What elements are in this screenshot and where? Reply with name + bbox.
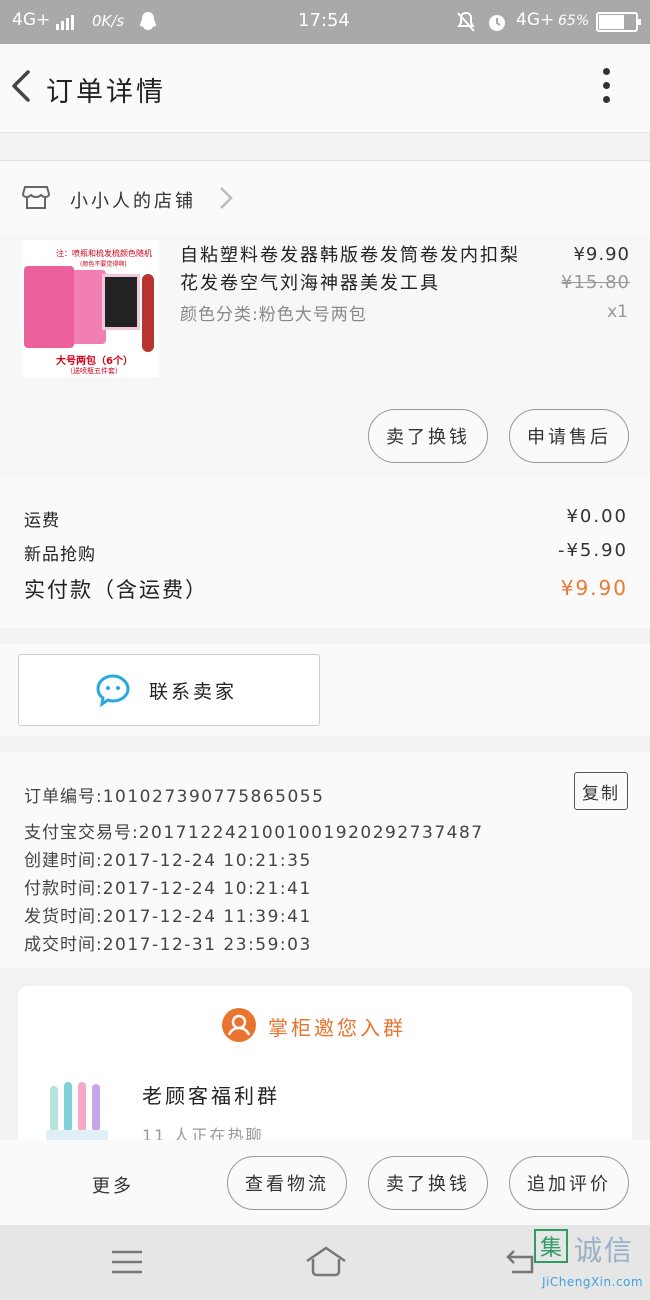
promo-label: 新品抢购	[24, 545, 96, 565]
product-item[interactable]: 注：喷瓶和梳发梳颜色随机 (颜色不要觉得啊) 大号两包（6个） （送喷瓶五件套）…	[0, 234, 650, 478]
shipped-time-row: 发货时间:2017-12-24 11:39:41	[24, 902, 312, 927]
home-icon[interactable]	[304, 1245, 348, 1279]
product-spec: 颜色分类:粉色大号两包	[180, 305, 367, 325]
order-info: 订单编号:101027390775865055 复制 支付宝交易号:201712…	[0, 752, 650, 968]
sell-exchange-button[interactable]: 卖了换钱	[368, 409, 488, 463]
completed-time: 2017-12-31 23:59:03	[102, 935, 312, 955]
info-label: 支付宝交易号:	[24, 823, 139, 843]
page-title: 订单详情	[46, 77, 166, 108]
more-options-icon[interactable]	[594, 68, 618, 108]
brush-image	[142, 274, 154, 352]
chevron-right-icon	[220, 187, 233, 209]
shipping-label: 运费	[24, 511, 60, 531]
copy-button[interactable]: 复制	[574, 772, 628, 810]
battery-icon	[596, 12, 641, 32]
watermark-logo: 集 诚信 JiChengXin.com	[534, 1229, 646, 1297]
alipay-number: 2017122421001001920292737487	[138, 823, 484, 843]
app-header: 订单详情	[0, 44, 650, 132]
shipped-time: 2017-12-24 11:39:41	[102, 907, 312, 927]
total-label: 实付款（含运费）	[24, 578, 208, 602]
menu-icon[interactable]	[110, 1249, 144, 1275]
shop-row[interactable]: 小小人的店铺	[0, 160, 650, 234]
contact-seller-label: 联系卖家	[149, 681, 238, 703]
created-time-row: 创建时间:2017-12-24 10:21:35	[24, 846, 312, 871]
chat-bubble-icon	[96, 674, 130, 707]
after-sale-button[interactable]: 申请售后	[509, 409, 629, 463]
paid-time-row: 付款时间:2017-12-24 10:21:41	[24, 874, 312, 899]
curler-pack-image	[62, 270, 106, 344]
info-label: 付款时间:	[24, 879, 103, 899]
product-quantity: x1	[607, 302, 628, 322]
promo-value: -¥5.90	[557, 540, 628, 561]
system-nav-bar: 集 诚信 JiChengXin.com	[0, 1225, 650, 1300]
contact-section: 联系卖家	[0, 644, 650, 736]
info-label: 成交时间:	[24, 935, 103, 955]
mute-bell-icon	[457, 11, 475, 32]
section-gap	[0, 132, 650, 160]
paid-time: 2017-12-24 10:21:41	[102, 879, 312, 899]
product-title[interactable]: 自粘塑料卷发器韩版卷发筒卷发内扣梨花发卷空气刘海神器美发工具	[180, 242, 520, 298]
sell-exchange-button[interactable]: 卖了换钱	[368, 1156, 488, 1210]
store-icon	[22, 186, 50, 209]
thumb-label-2: （送喷瓶五件套）	[66, 367, 122, 375]
action-bar: 更多 查看物流 卖了换钱 追加评价	[0, 1140, 650, 1225]
created-time: 2017-12-24 10:21:35	[102, 851, 312, 871]
watermark-box: 集	[534, 1229, 568, 1263]
completed-time-row: 成交时间:2017-12-31 23:59:03	[24, 930, 312, 955]
alarm-icon	[489, 15, 505, 31]
shop-name: 小小人的店铺	[70, 191, 196, 212]
thumb-note-2: (颜色不要觉得啊)	[80, 261, 127, 268]
shopkeeper-avatar-icon	[222, 1008, 256, 1042]
qq-icon	[140, 12, 156, 30]
net-speed: 0K/s	[92, 12, 125, 30]
product-thumbnail[interactable]: 注：喷瓶和梳发梳颜色随机 (颜色不要觉得啊) 大号两包（6个） （送喷瓶五件套）	[22, 240, 159, 377]
total-value: ¥9.90	[560, 576, 628, 600]
group-name: 老顾客福利群	[142, 1084, 280, 1108]
watermark-url: JiChengXin.com	[542, 1275, 644, 1289]
group-invite-title: 掌柜邀您入群	[268, 1016, 406, 1040]
info-label: 发货时间:	[24, 907, 103, 927]
group-thumbnail	[46, 1078, 122, 1140]
order-number-row: 订单编号:101027390775865055	[24, 782, 324, 807]
info-label: 订单编号:	[24, 787, 103, 807]
thumb-note: 注：喷瓶和梳发梳颜色随机	[56, 249, 152, 258]
contact-seller-button[interactable]: 联系卖家	[18, 654, 320, 726]
accessory-card-image	[102, 274, 140, 330]
clock: 17:54	[298, 10, 350, 31]
network-indicator: 4G+	[12, 10, 50, 30]
order-number: 101027390775865055	[102, 787, 325, 807]
signal-icon	[56, 14, 74, 30]
info-label: 创建时间:	[24, 851, 103, 871]
add-review-button[interactable]: 追加评价	[509, 1156, 629, 1210]
watermark-text: 诚信	[574, 1234, 635, 1267]
back-arrow-icon[interactable]	[8, 66, 38, 106]
battery-percent: 65%	[558, 13, 590, 29]
status-bar: 4G+ 0K/s 17:54 4G+ 65%	[0, 0, 650, 44]
product-price: ¥9.90	[573, 244, 630, 265]
view-logistics-button[interactable]: 查看物流	[227, 1156, 347, 1210]
alipay-number-row: 支付宝交易号:2017122421001001920292737487	[24, 818, 484, 843]
network-type-left: 4G+	[12, 10, 51, 30]
more-actions-link[interactable]: 更多	[92, 1172, 134, 1198]
shipping-value: ¥0.00	[566, 506, 628, 527]
fee-summary: 运费 ¥0.00 新品抢购 -¥5.90 实付款（含运费） ¥9.90	[0, 478, 650, 628]
network-type-right: 4G+	[516, 10, 555, 30]
original-price: ¥15.80	[561, 272, 630, 293]
thumb-label: 大号两包（6个）	[56, 356, 133, 367]
